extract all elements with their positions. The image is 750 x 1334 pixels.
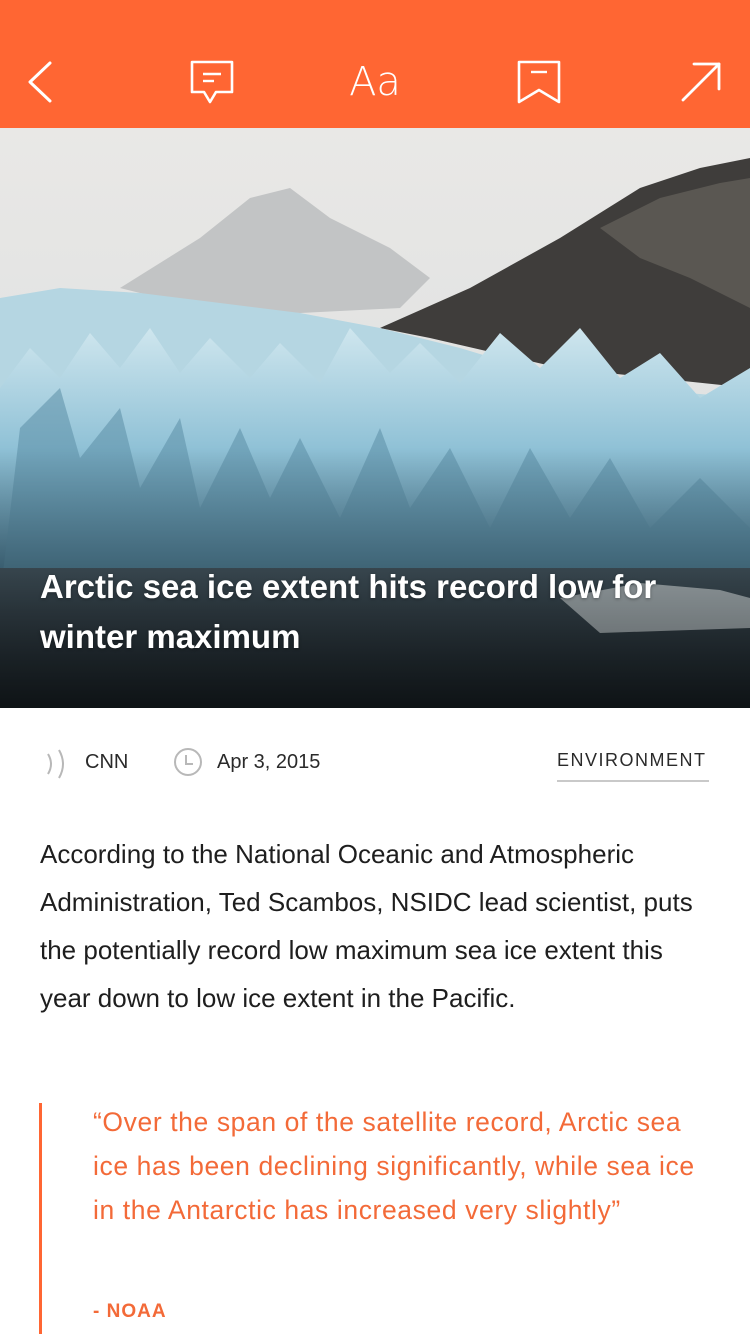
article-meta: CNN Apr 3, 2015 ENVIRONMENT [0, 708, 750, 818]
source-icon [47, 749, 64, 779]
chevron-left-icon [28, 61, 52, 103]
quote-source: - NOAA [93, 1301, 167, 1322]
bookmark-button[interactable] [509, 52, 569, 112]
font-size-button[interactable]: Aa [330, 52, 420, 112]
hero-image: Arctic sea ice extent hits record low fo… [0, 128, 750, 708]
font-size-label: Aa [349, 59, 401, 105]
article-title: Arctic sea ice extent hits record low fo… [40, 568, 657, 655]
clock-icon [174, 748, 202, 776]
publish-date: Apr 3, 2015 [217, 751, 321, 773]
pull-quote: “Over the span of the satellite record, … [93, 1107, 695, 1225]
arrow-up-right-icon [681, 62, 721, 102]
back-button[interactable] [12, 52, 72, 112]
comment-button[interactable] [182, 52, 242, 112]
comment-icon [190, 60, 234, 104]
share-button[interactable] [671, 52, 731, 112]
quote-bar [39, 1103, 42, 1334]
bookmark-icon [517, 60, 561, 104]
source-label[interactable]: CNN [85, 750, 128, 774]
top-toolbar: Aa [0, 0, 750, 128]
category-tag[interactable]: ENVIRONMENT [557, 748, 709, 782]
article-body: According to the National Oceanic and At… [40, 839, 693, 1013]
